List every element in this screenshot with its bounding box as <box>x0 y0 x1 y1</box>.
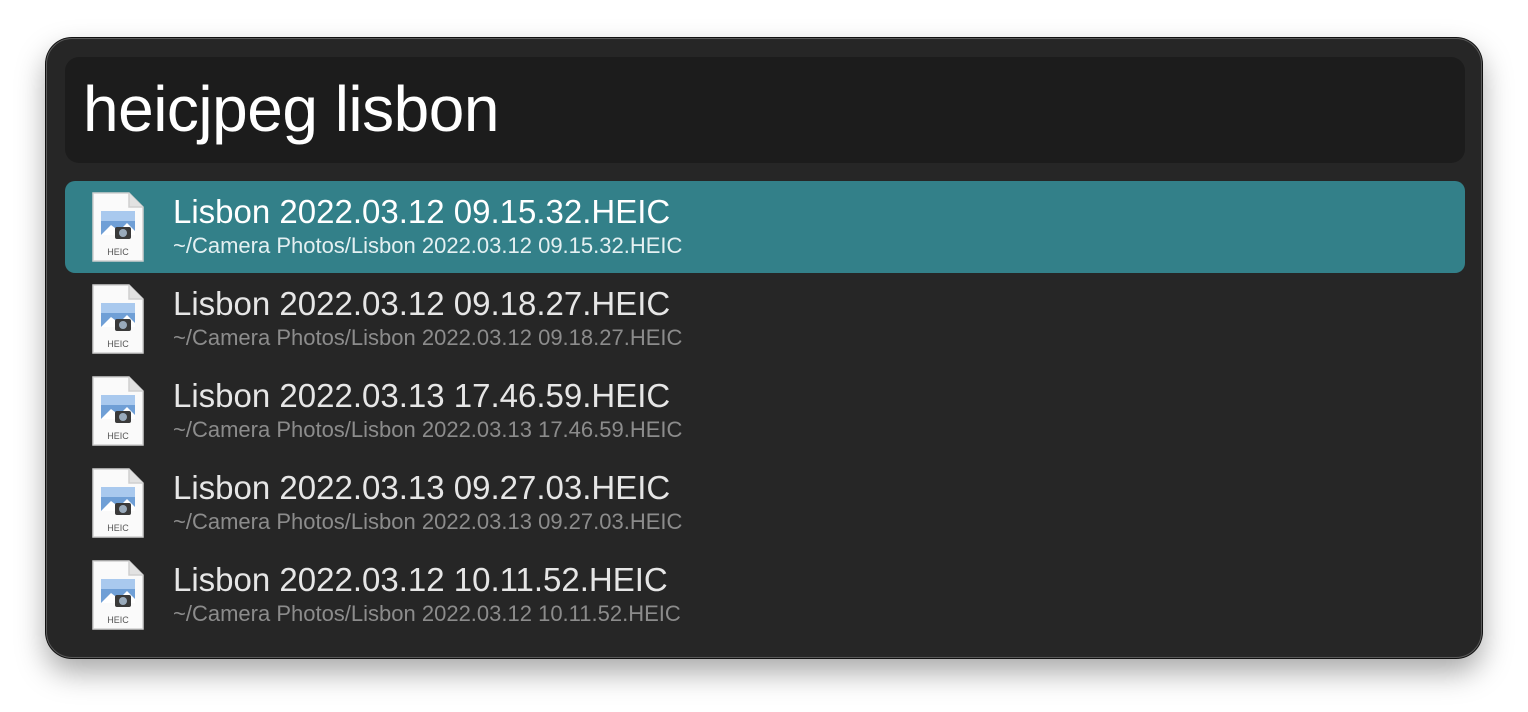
result-title: Lisbon 2022.03.13 09.27.03.HEIC <box>173 469 671 506</box>
result-path: ~/Camera Photos/Lisbon 2022.03.12 10.11.… <box>173 601 681 626</box>
heic-file-icon: HEIC <box>92 468 144 538</box>
result-title: Lisbon 2022.03.12 10.11.52.HEIC <box>173 561 668 598</box>
search-field[interactable]: heicjpeg lisbon <box>65 57 1465 163</box>
heic-file-icon: HEIC <box>92 376 144 446</box>
icon-label: HEIC <box>107 247 129 257</box>
search-query-text[interactable]: heicjpeg lisbon <box>83 71 499 147</box>
results-list: HEIC Lisbon 2022.03.12 09.15.32.HEIC ~/C… <box>65 181 1465 641</box>
result-row[interactable]: HEIC Lisbon 2022.03.12 09.15.32.HEIC ~/C… <box>65 181 1465 273</box>
icon-label: HEIC <box>107 615 129 625</box>
result-row[interactable]: HEIC Lisbon 2022.03.12 09.18.27.HEIC ~/C… <box>65 273 1465 365</box>
result-path: ~/Camera Photos/Lisbon 2022.03.13 09.27.… <box>173 509 683 534</box>
result-path: ~/Camera Photos/Lisbon 2022.03.12 09.15.… <box>173 233 683 258</box>
heic-file-icon: HEIC <box>92 192 144 262</box>
result-path: ~/Camera Photos/Lisbon 2022.03.13 17.46.… <box>173 417 683 442</box>
heic-file-icon: HEIC <box>92 284 144 354</box>
result-title: Lisbon 2022.03.12 09.18.27.HEIC <box>173 285 671 322</box>
result-row[interactable]: HEIC Lisbon 2022.03.12 10.11.52.HEIC ~/C… <box>65 549 1465 641</box>
launcher-window: heicjpeg lisbon HEIC Lisbon 2022.03.12 0… <box>46 38 1482 658</box>
icon-label: HEIC <box>107 431 129 441</box>
result-title: Lisbon 2022.03.12 09.15.32.HEIC <box>173 193 671 230</box>
result-title: Lisbon 2022.03.13 17.46.59.HEIC <box>173 377 671 414</box>
heic-file-icon: HEIC <box>92 560 144 630</box>
result-row[interactable]: HEIC Lisbon 2022.03.13 17.46.59.HEIC ~/C… <box>65 365 1465 457</box>
result-path: ~/Camera Photos/Lisbon 2022.03.12 09.18.… <box>173 325 683 350</box>
icon-label: HEIC <box>107 523 129 533</box>
icon-label: HEIC <box>107 339 129 349</box>
result-row[interactable]: HEIC Lisbon 2022.03.13 09.27.03.HEIC ~/C… <box>65 457 1465 549</box>
